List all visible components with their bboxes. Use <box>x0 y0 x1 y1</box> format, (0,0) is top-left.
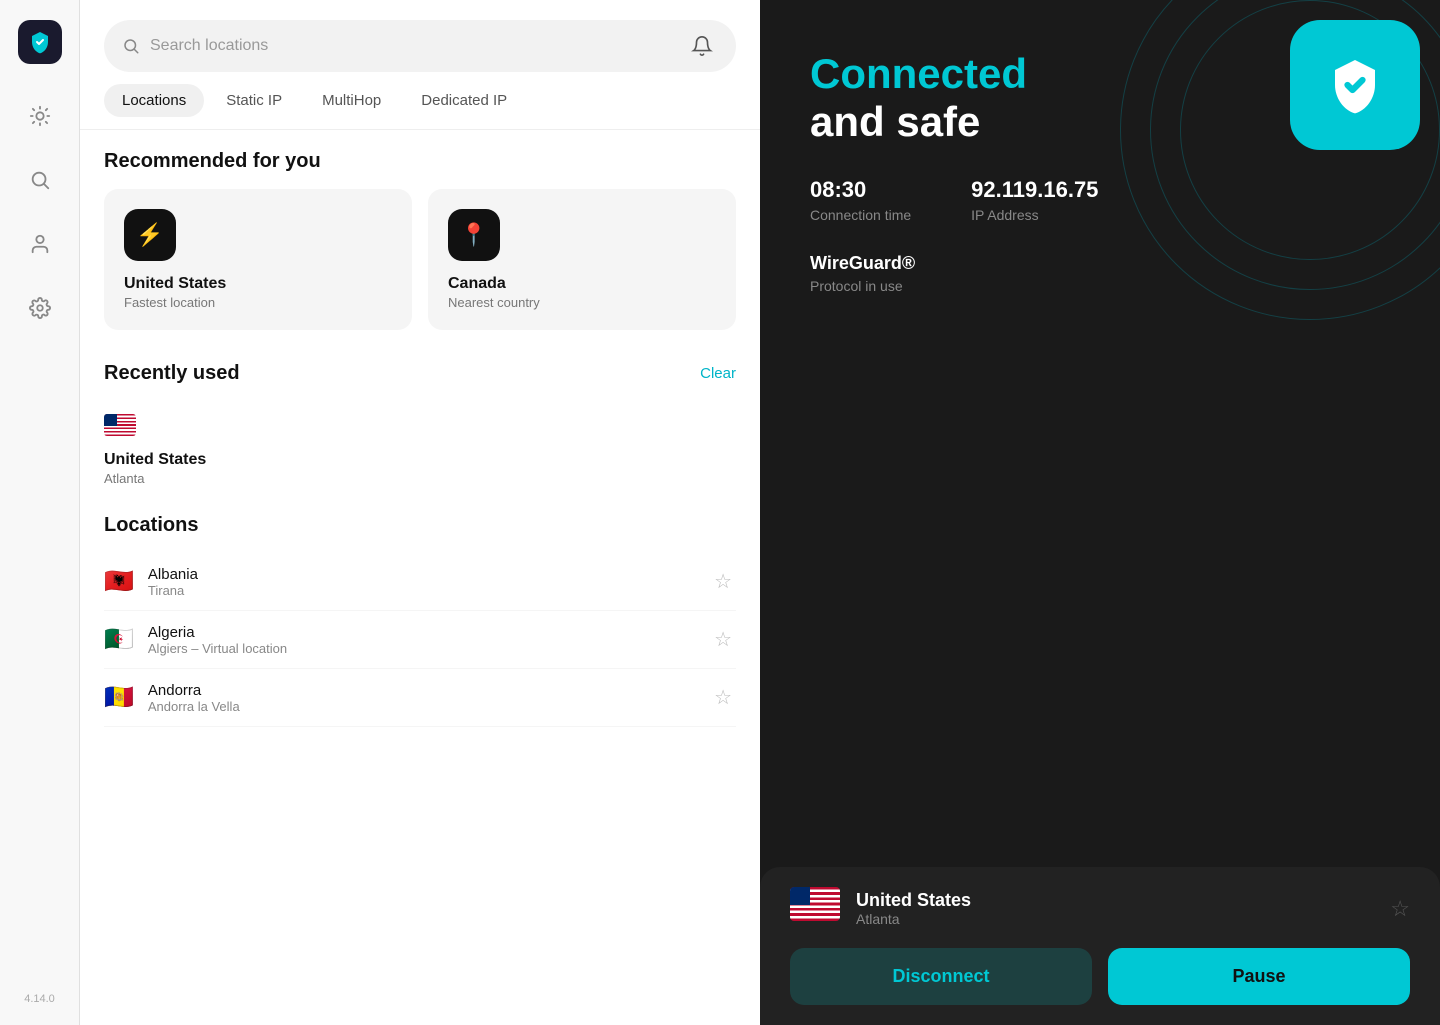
tab-dedicated-ip[interactable]: Dedicated IP <box>403 84 525 117</box>
connected-area: Connected and safe 08:30 Connection time… <box>760 0 1440 867</box>
algeria-info: Algeria Algiers – Virtual location <box>148 624 710 656</box>
albania-info: Albania Tirana <box>148 566 710 598</box>
pause-button[interactable]: Pause <box>1108 948 1410 1005</box>
ip-address-label: IP Address <box>971 207 1098 223</box>
search-input[interactable] <box>150 37 676 55</box>
sidebar-item-brightness[interactable] <box>20 96 60 136</box>
algeria-flag: 🇩🇿 <box>104 625 134 654</box>
andorra-flag: 🇦🇩 <box>104 683 134 712</box>
tab-locations[interactable]: Locations <box>104 84 204 117</box>
location-row-algeria[interactable]: 🇩🇿 Algeria Algiers – Virtual location ☆ <box>104 611 736 669</box>
sidebar-item-search[interactable] <box>20 160 60 200</box>
connected-flag-icon <box>790 887 840 930</box>
search-icon <box>122 37 140 55</box>
rec-card-canada-sub: Nearest country <box>448 295 540 310</box>
connected-country: United States <box>856 890 1390 911</box>
sidebar: 4.14.0 <box>0 0 80 1025</box>
ip-address-stat: 92.119.16.75 IP Address <box>971 177 1098 223</box>
right-panel: Connected and safe 08:30 Connection time… <box>760 0 1440 1025</box>
location-row-albania[interactable]: 🇦🇱 Albania Tirana ☆ <box>104 553 736 611</box>
scroll-content: Recommended for you ⚡ United States Fast… <box>80 130 760 1025</box>
albania-flag: 🇦🇱 <box>104 567 134 596</box>
recent-item-flag <box>104 411 136 443</box>
recently-used-header: Recently used Clear <box>104 362 736 385</box>
app-logo <box>18 20 62 64</box>
notification-bell-icon[interactable] <box>686 30 718 62</box>
andorra-name: Andorra <box>148 682 710 699</box>
locations-panel: Locations Static IP MultiHop Dedicated I… <box>80 0 760 1025</box>
albania-city: Tirana <box>148 583 710 598</box>
recent-item-city: Atlanta <box>104 471 144 486</box>
andorra-favorite-icon[interactable]: ☆ <box>710 681 736 714</box>
protocol-value: WireGuard® <box>810 253 1390 274</box>
bottom-connection-bar: United States Atlanta ☆ Disconnect Pause <box>760 867 1440 1025</box>
clear-recently-used-button[interactable]: Clear <box>700 365 736 382</box>
rec-card-us-sub: Fastest location <box>124 295 215 310</box>
version-label: 4.14.0 <box>24 993 55 1005</box>
andorra-city: Andorra la Vella <box>148 699 710 714</box>
locations-list-header: Locations <box>104 514 736 537</box>
protocol-label: Protocol in use <box>810 278 1390 294</box>
recent-item-us-atlanta[interactable]: United States Atlanta <box>104 401 736 506</box>
recommended-cards: ⚡ United States Fastest location 📍 Canad… <box>104 189 736 330</box>
recently-used-title: Recently used <box>104 362 240 385</box>
connected-location-info: United States Atlanta <box>856 890 1390 927</box>
tab-multihop[interactable]: MultiHop <box>304 84 399 117</box>
protocol-row: WireGuard® Protocol in use <box>810 253 1390 294</box>
rec-card-canada-title: Canada <box>448 275 506 293</box>
status-safe-word: and safe <box>810 98 980 145</box>
algeria-name: Algeria <box>148 624 710 641</box>
connection-time-value: 08:30 <box>810 177 911 203</box>
connection-time-stat: 08:30 Connection time <box>810 177 911 223</box>
fastest-location-icon: ⚡ <box>124 209 176 261</box>
action-buttons: Disconnect Pause <box>790 948 1410 1005</box>
status-connected-word: Connected <box>810 50 1027 97</box>
rec-card-us-title: United States <box>124 275 226 293</box>
connected-location-row: United States Atlanta ☆ <box>790 887 1410 930</box>
albania-name: Albania <box>148 566 710 583</box>
recommended-card-canada[interactable]: 📍 Canada Nearest country <box>428 189 736 330</box>
sidebar-item-settings[interactable] <box>20 288 60 328</box>
albania-favorite-icon[interactable]: ☆ <box>710 565 736 598</box>
connection-time-label: Connection time <box>810 207 911 223</box>
sidebar-item-account[interactable] <box>20 224 60 264</box>
recent-item-country: United States <box>104 451 206 469</box>
location-row-andorra[interactable]: 🇦🇩 Andorra Andorra la Vella ☆ <box>104 669 736 727</box>
algeria-city: Algiers – Virtual location <box>148 641 710 656</box>
algeria-favorite-icon[interactable]: ☆ <box>710 623 736 656</box>
recommended-card-us[interactable]: ⚡ United States Fastest location <box>104 189 412 330</box>
nearest-location-icon: 📍 <box>448 209 500 261</box>
stats-row: 08:30 Connection time 92.119.16.75 IP Ad… <box>810 177 1390 223</box>
andorra-info: Andorra Andorra la Vella <box>148 682 710 714</box>
recommended-section-header: Recommended for you <box>104 150 736 173</box>
tab-static-ip[interactable]: Static IP <box>208 84 300 117</box>
ip-address-value: 92.119.16.75 <box>971 177 1098 203</box>
connection-status: Connected and safe <box>810 50 1390 147</box>
search-bar <box>104 20 736 72</box>
connected-city: Atlanta <box>856 911 1390 927</box>
connected-location-favorite-icon[interactable]: ☆ <box>1390 896 1410 922</box>
disconnect-button[interactable]: Disconnect <box>790 948 1092 1005</box>
tab-bar: Locations Static IP MultiHop Dedicated I… <box>80 84 760 130</box>
